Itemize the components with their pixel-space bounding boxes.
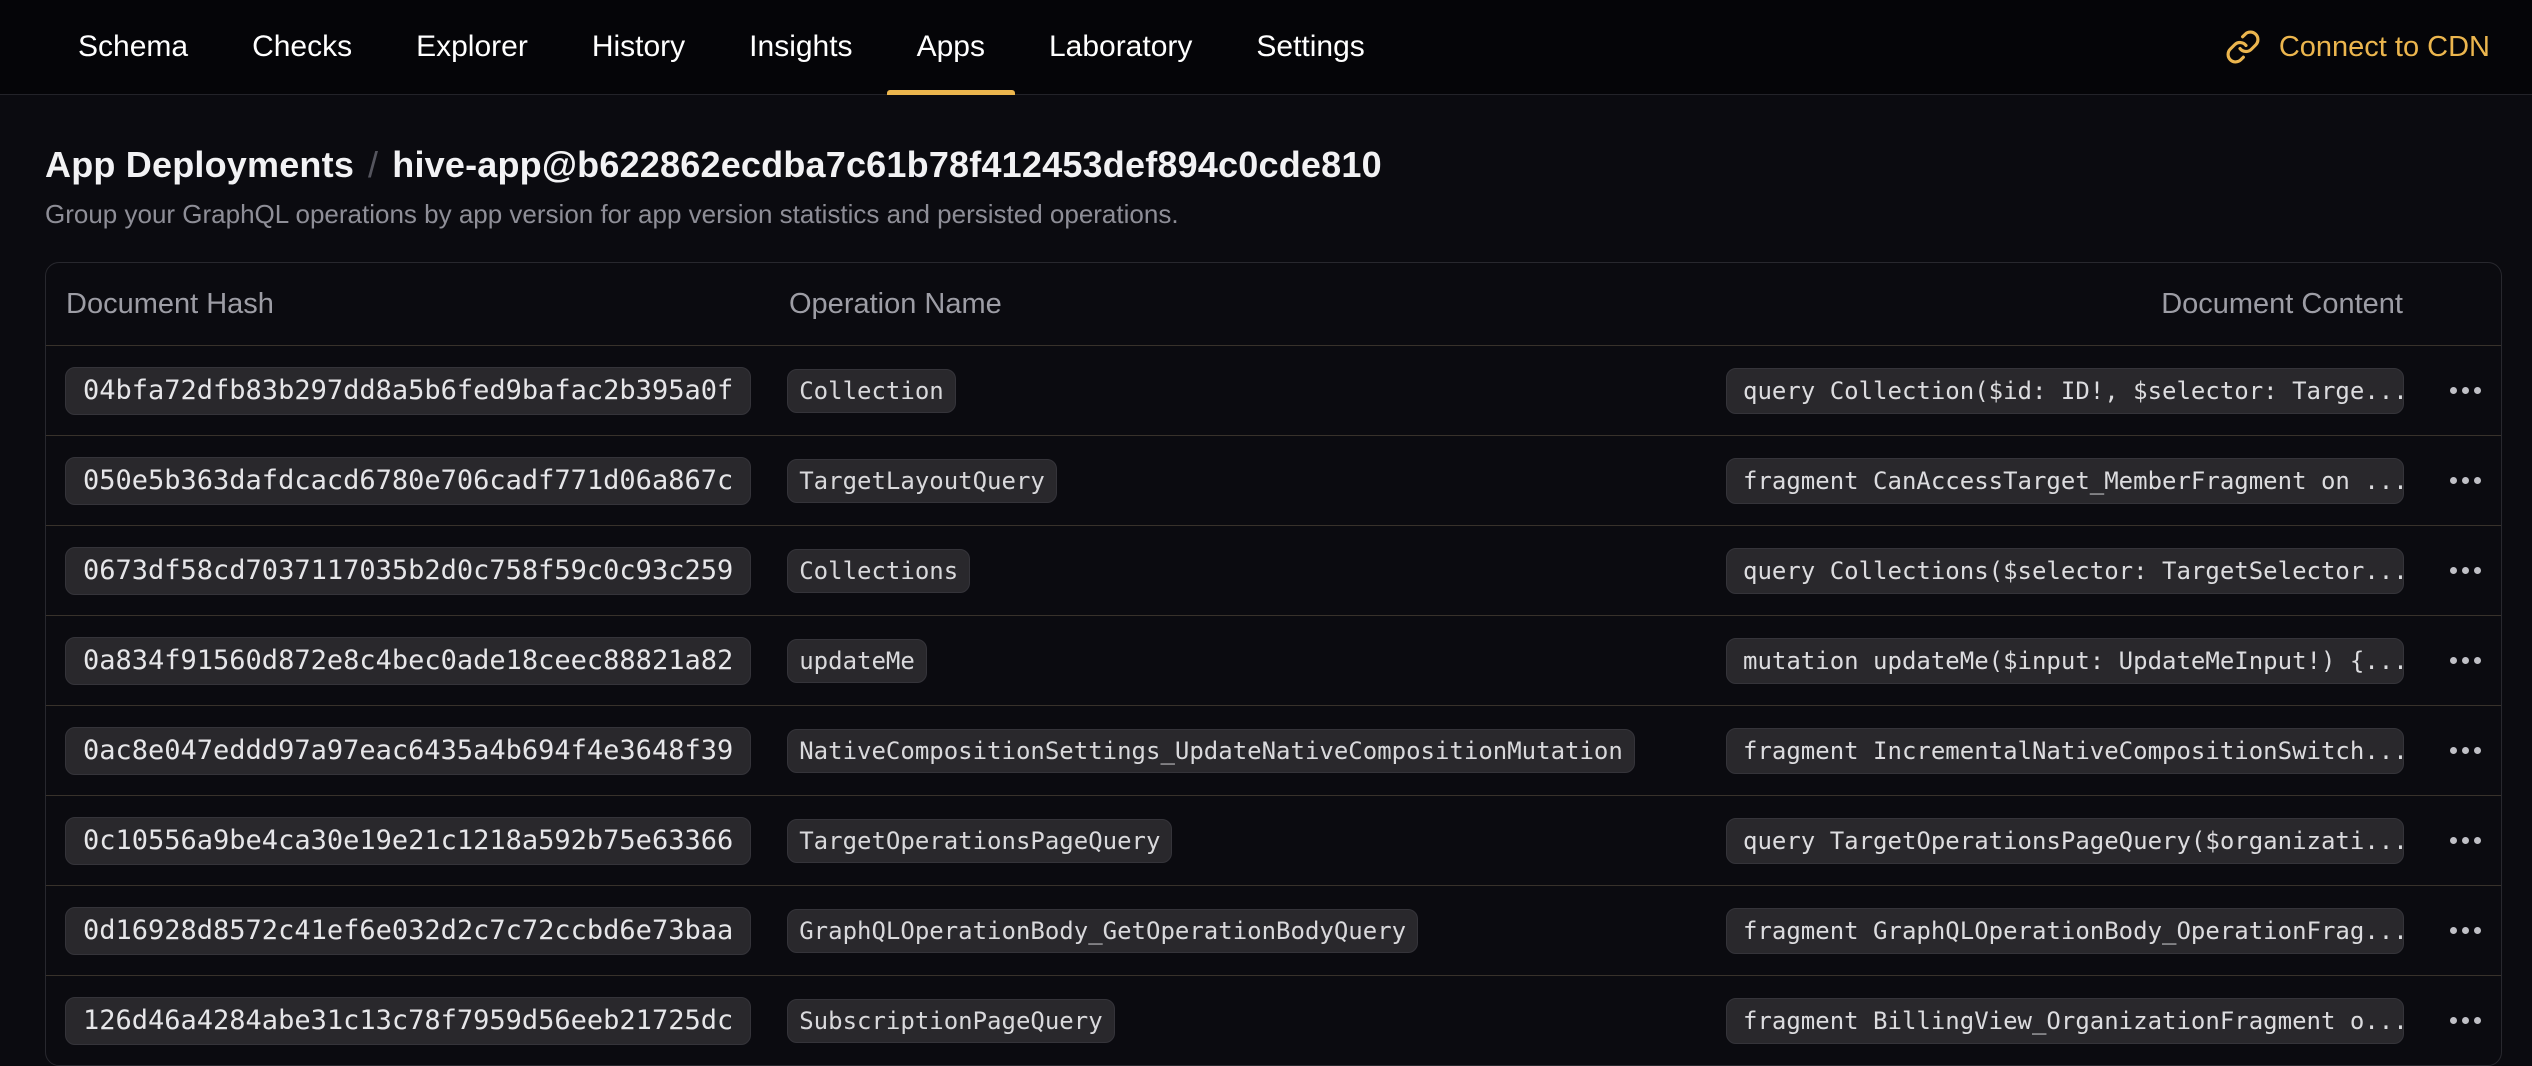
breadcrumb-separator: /: [354, 144, 392, 185]
nav-tab[interactable]: Checks: [222, 0, 382, 94]
page-subtitle: Group your GraphQL operations by app ver…: [45, 199, 2487, 230]
more-horizontal-icon[interactable]: [2450, 1001, 2481, 1041]
document-hash-value: 04bfa72dfb83b297dd8a5b6fed9bafac2b395a0f: [65, 367, 751, 415]
document-content-preview: fragment IncrementalNativeCompositionSwi…: [1726, 728, 2404, 774]
document-hash-value: 126d46a4284abe31c13c78f7959d56eeb21725dc: [65, 997, 751, 1045]
document-content-preview: query Collection($id: ID!, $selector: Ta…: [1726, 368, 2404, 414]
table-header-row: Document Hash Operation Name Document Co…: [46, 263, 2501, 345]
breadcrumb-app-deployments[interactable]: App Deployments: [45, 144, 354, 185]
column-header-document-content: Document Content: [2161, 288, 2481, 321]
operation-name-value: SubscriptionPageQuery: [787, 999, 1114, 1043]
operation-name-value: TargetOperationsPageQuery: [787, 819, 1172, 863]
column-header-document-hash: Document Hash: [66, 288, 789, 321]
nav-spacer: [1395, 0, 2225, 94]
link-icon: [2225, 29, 2261, 65]
more-horizontal-icon[interactable]: [2450, 551, 2481, 591]
more-horizontal-icon[interactable]: [2450, 731, 2481, 771]
more-horizontal-icon[interactable]: [2450, 641, 2481, 681]
nav-tab[interactable]: Apps: [887, 0, 1015, 94]
operation-name-value: updateMe: [787, 639, 927, 683]
more-horizontal-icon[interactable]: [2450, 821, 2481, 861]
document-content-preview: fragment BillingView_OrganizationFragmen…: [1726, 998, 2404, 1044]
top-navigation: SchemaChecksExplorerHistoryInsightsAppsL…: [0, 0, 2532, 95]
column-header-operation-name: Operation Name: [789, 288, 2161, 321]
document-hash-value: 0d16928d8572c41ef6e032d2c7c72ccbd6e73baa: [65, 907, 751, 955]
operation-name-value: GraphQLOperationBody_GetOperationBodyQue…: [787, 909, 1418, 953]
table-row: 050e5b363dafdcacd6780e706cadf771d06a867c…: [46, 435, 2501, 525]
operation-name-value: NativeCompositionSettings_UpdateNativeCo…: [787, 729, 1635, 773]
connect-to-cdn-button[interactable]: Connect to CDN: [2225, 0, 2490, 94]
operation-name-value: Collection: [787, 369, 956, 413]
nav-tab[interactable]: Laboratory: [1019, 0, 1222, 94]
page-header: App Deployments/hive-app@b622862ecdba7c6…: [0, 144, 2532, 230]
document-hash-value: 0ac8e047eddd97a97eac6435a4b694f4e3648f39: [65, 727, 751, 775]
table-row: 0c10556a9be4ca30e19e21c1218a592b75e63366…: [46, 795, 2501, 885]
connect-to-cdn-label: Connect to CDN: [2279, 31, 2490, 64]
documents-table: Document Hash Operation Name Document Co…: [45, 262, 2502, 1066]
breadcrumb-current-deployment: hive-app@b622862ecdba7c61b78f412453def89…: [392, 144, 1382, 185]
operation-name-value: Collections: [787, 549, 970, 593]
nav-tab[interactable]: Settings: [1226, 0, 1394, 94]
breadcrumb: App Deployments/hive-app@b622862ecdba7c6…: [45, 144, 2487, 186]
document-content-preview: fragment CanAccessTarget_MemberFragment …: [1726, 458, 2404, 504]
document-content-preview: query TargetOperationsPageQuery($organiz…: [1726, 818, 2404, 864]
nav-tab[interactable]: Explorer: [386, 0, 558, 94]
document-content-preview: fragment GraphQLOperationBody_OperationF…: [1726, 908, 2404, 954]
document-hash-value: 050e5b363dafdcacd6780e706cadf771d06a867c: [65, 457, 751, 505]
table-row: 0673df58cd7037117035b2d0c758f59c0c93c259…: [46, 525, 2501, 615]
document-content-preview: query Collections($selector: TargetSelec…: [1726, 548, 2404, 594]
operation-name-value: TargetLayoutQuery: [787, 459, 1057, 503]
table-body: 04bfa72dfb83b297dd8a5b6fed9bafac2b395a0f…: [46, 345, 2501, 1065]
document-hash-value: 0c10556a9be4ca30e19e21c1218a592b75e63366: [65, 817, 751, 865]
document-content-preview: mutation updateMe($input: UpdateMeInput!…: [1726, 638, 2404, 684]
more-horizontal-icon[interactable]: [2450, 911, 2481, 951]
nav-tabs: SchemaChecksExplorerHistoryInsightsAppsL…: [48, 0, 1395, 94]
document-hash-value: 0673df58cd7037117035b2d0c758f59c0c93c259: [65, 547, 751, 595]
more-horizontal-icon[interactable]: [2450, 461, 2481, 501]
more-horizontal-icon[interactable]: [2450, 371, 2481, 411]
document-hash-value: 0a834f91560d872e8c4bec0ade18ceec88821a82: [65, 637, 751, 685]
nav-tab[interactable]: History: [562, 0, 715, 94]
nav-tab[interactable]: Schema: [48, 0, 218, 94]
table-row: 04bfa72dfb83b297dd8a5b6fed9bafac2b395a0f…: [46, 345, 2501, 435]
table-row: 0ac8e047eddd97a97eac6435a4b694f4e3648f39…: [46, 705, 2501, 795]
table-row: 0d16928d8572c41ef6e032d2c7c72ccbd6e73baa…: [46, 885, 2501, 975]
table-row: 126d46a4284abe31c13c78f7959d56eeb21725dc…: [46, 975, 2501, 1065]
table-row: 0a834f91560d872e8c4bec0ade18ceec88821a82…: [46, 615, 2501, 705]
nav-tab[interactable]: Insights: [719, 0, 882, 94]
